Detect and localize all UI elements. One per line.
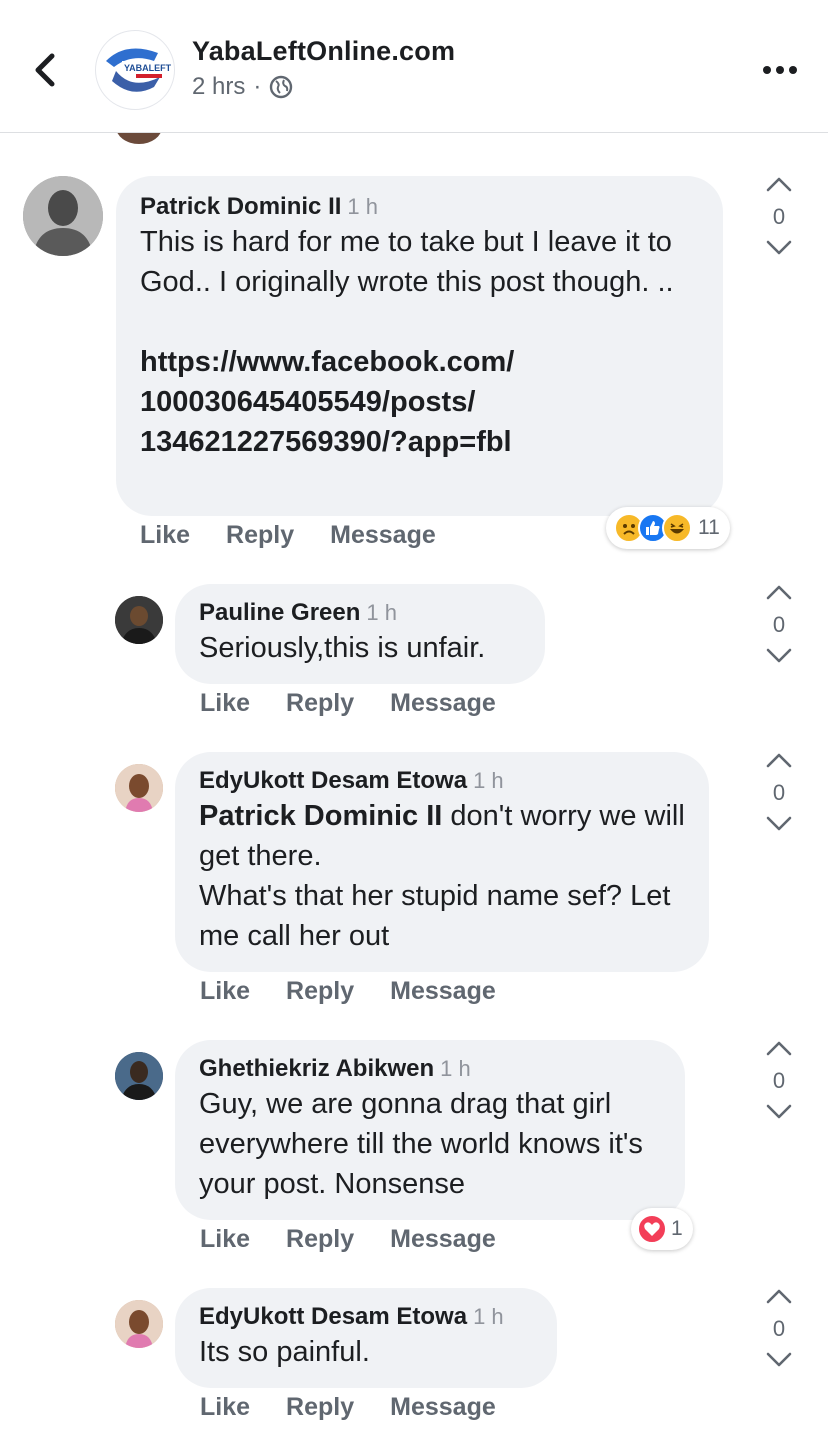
reaction-summary[interactable]: 11 [606, 507, 730, 549]
reaction-summary[interactable]: 1 [631, 1208, 693, 1250]
reply-button[interactable]: Reply [286, 1225, 354, 1254]
post-meta: 2 hrs · [192, 73, 293, 101]
vote-count: 0 [772, 780, 786, 805]
comment-time: 1 h [440, 1056, 471, 1081]
comment-bubble: Ghethiekriz Abikwen 1 h Guy, we are gonna… [175, 1040, 685, 1220]
vote-control: 0 [759, 176, 799, 256]
comment-text: Guy, we are gonna drag that girl everywh… [199, 1088, 651, 1200]
reply-button[interactable]: Reply [286, 1393, 354, 1422]
user-photo [115, 1300, 163, 1348]
love-icon [637, 1214, 667, 1244]
comment-text: Patrick Dominic II don't worry we will g… [199, 796, 685, 956]
comment-author[interactable]: EdyUkott Desam Etowa [199, 1303, 467, 1330]
yabaleft-logo: YABALEFT [106, 48, 172, 92]
vote-count: 0 [772, 204, 786, 229]
mention-link[interactable]: Patrick Dominic II [199, 800, 442, 832]
avatar[interactable] [115, 596, 163, 644]
post-header: YABALEFT YabaLeftOnline.com 2 hrs · [0, 0, 828, 133]
reaction-count: 11 [698, 516, 720, 539]
back-button[interactable] [28, 48, 64, 92]
downvote-chevron-icon[interactable] [766, 240, 792, 256]
message-button[interactable]: Message [390, 977, 496, 1006]
vote-control: 0 [759, 584, 799, 664]
globe-icon [270, 75, 293, 99]
like-button[interactable]: Like [200, 689, 250, 718]
post-time: 2 hrs [192, 73, 246, 100]
comment-bubble: Pauline Green 1 h Seriously,this is unfai… [175, 584, 545, 684]
comment-actions: Like Reply Message [140, 521, 436, 550]
vote-control: 0 [759, 1040, 799, 1120]
user-photo [115, 1052, 163, 1100]
upvote-chevron-icon[interactable] [766, 584, 792, 600]
upvote-chevron-icon[interactable] [766, 176, 792, 192]
reply-button[interactable]: Reply [286, 977, 354, 1006]
chevron-left-icon [35, 53, 55, 87]
comment-actions: Like Reply Message [200, 977, 496, 1006]
comment-author[interactable]: Ghethiekriz Abikwen [199, 1055, 434, 1082]
more-options-button[interactable] [762, 58, 798, 82]
comment-time: 1 h [347, 194, 378, 219]
comment-actions: Like Reply Message [200, 1393, 496, 1422]
comment-actions: Like Reply Message [200, 689, 496, 718]
comment-text: This is hard for me to take but I leave … [140, 226, 680, 298]
vote-control: 0 [759, 1288, 799, 1368]
comment-bubble: Patrick Dominic II 1 h This is hard for m… [116, 176, 723, 516]
upvote-chevron-icon[interactable] [766, 1040, 792, 1056]
downvote-chevron-icon[interactable] [766, 1352, 792, 1368]
comment-text: Seriously,this is unfair. [199, 632, 486, 664]
reaction-count: 1 [671, 1217, 683, 1240]
upvote-chevron-icon[interactable] [766, 1288, 792, 1304]
comment-time: 1 h [473, 1304, 504, 1329]
svg-text:YABALEFT: YABALEFT [124, 63, 172, 73]
message-button[interactable]: Message [330, 521, 436, 550]
vote-count: 0 [772, 1316, 786, 1341]
vote-count: 0 [772, 612, 786, 637]
comment-time: 1 h [473, 768, 504, 793]
like-button[interactable]: Like [200, 977, 250, 1006]
message-button[interactable]: Message [390, 689, 496, 718]
comment-actions: Like Reply Message [200, 1225, 496, 1254]
like-button[interactable]: Like [140, 521, 190, 550]
vote-count: 0 [772, 1068, 786, 1093]
avatar[interactable] [115, 1052, 163, 1100]
message-button[interactable]: Message [390, 1225, 496, 1254]
user-photo [115, 596, 163, 644]
page-avatar[interactable]: YABALEFT [95, 30, 175, 110]
avatar[interactable] [115, 764, 163, 812]
user-photo [23, 176, 103, 256]
comment-author[interactable]: Patrick Dominic II [140, 193, 341, 220]
avatar[interactable] [23, 176, 103, 256]
downvote-chevron-icon[interactable] [766, 648, 792, 664]
avatar[interactable] [115, 1300, 163, 1348]
like-button[interactable]: Like [200, 1225, 250, 1254]
user-photo [115, 764, 163, 812]
message-button[interactable]: Message [390, 1393, 496, 1422]
downvote-chevron-icon[interactable] [766, 1104, 792, 1120]
meta-separator: · [253, 73, 262, 100]
like-button[interactable]: Like [200, 1393, 250, 1422]
upvote-chevron-icon[interactable] [766, 752, 792, 768]
haha-icon [662, 513, 692, 543]
comment-bubble: EdyUkott Desam Etowa 1 h Its so painful. [175, 1288, 557, 1388]
comment-link[interactable]: https://www.facebook.com/ 10003064540554… [140, 346, 514, 458]
comment-author[interactable]: Pauline Green [199, 599, 360, 626]
reply-button[interactable]: Reply [286, 689, 354, 718]
downvote-chevron-icon[interactable] [766, 816, 792, 832]
page-name[interactable]: YabaLeftOnline.com [192, 36, 455, 67]
comment-text: Its so painful. [199, 1336, 370, 1368]
comment-author[interactable]: EdyUkott Desam Etowa [199, 767, 467, 794]
more-dots-icon [763, 66, 797, 74]
comment-time: 1 h [366, 600, 397, 625]
comment-bubble: EdyUkott Desam Etowa 1 h Patrick Dominic … [175, 752, 709, 972]
vote-control: 0 [759, 752, 799, 832]
reply-button[interactable]: Reply [226, 521, 294, 550]
